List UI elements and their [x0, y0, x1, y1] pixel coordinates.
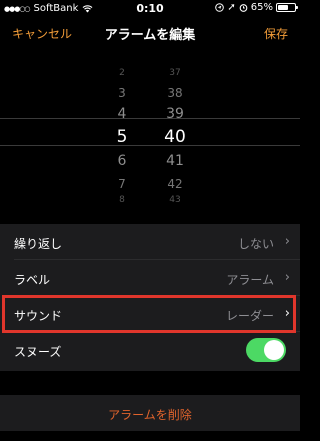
alarm-icon [239, 4, 248, 12]
minute-option[interactable]: 38 [155, 86, 195, 100]
hour-option[interactable]: 7 [102, 177, 142, 191]
label-row-value: アラーム [226, 273, 274, 287]
minute-option[interactable]: 42 [155, 177, 195, 191]
battery-icon [276, 3, 298, 12]
minute-selected[interactable]: 40 [155, 127, 195, 147]
delete-section: アラームを削除 [0, 395, 300, 431]
sound-row[interactable]: サウンド レーダー › [0, 296, 300, 332]
repeat-value: しない [237, 237, 274, 251]
sound-value: レーダー [225, 309, 274, 323]
delete-alarm-button[interactable]: アラームを削除 [0, 406, 300, 423]
picker-selection-band [0, 118, 300, 146]
hour-option[interactable]: 8 [102, 195, 142, 205]
hour-option[interactable]: 6 [102, 153, 142, 169]
location-icon [215, 3, 225, 12]
repeat-row[interactable]: 繰り返し しない › [0, 224, 300, 260]
page-title: アラームを編集 [104, 28, 196, 43]
minute-option[interactable]: 43 [155, 195, 195, 205]
chevron-right-icon: › [284, 270, 290, 285]
toggle-knob [264, 340, 284, 360]
snooze-label: スヌーズ [14, 345, 62, 359]
minute-wheel[interactable]: 37 38 39 40 41 42 43 [155, 60, 195, 205]
repeat-label: 繰り返し [14, 237, 63, 251]
status-right: ➚ 65% [215, 2, 298, 13]
time-picker: 2 3 4 5 6 7 8 37 38 39 40 41 42 43 [0, 60, 300, 205]
minute-option[interactable]: 39 [155, 106, 195, 122]
chevron-right-icon: › [284, 234, 290, 249]
battery-percent: 65% [250, 2, 273, 13]
navigation-arrow-icon: ➚ [227, 2, 236, 13]
chevron-right-icon: › [284, 306, 290, 321]
label-row-label: ラベル [14, 273, 51, 287]
alarm-settings-list: 繰り返し しない › ラベル アラーム › サウンド レーダー › スヌーズ [0, 224, 300, 371]
label-row[interactable]: ラベル アラーム › [0, 260, 300, 296]
snooze-toggle[interactable] [246, 338, 286, 362]
minute-option[interactable]: 37 [155, 68, 195, 78]
navigation-bar: キャンセル アラームを編集 保存 [0, 18, 300, 48]
hour-option[interactable]: 2 [102, 68, 142, 78]
save-button[interactable]: 保存 [264, 25, 288, 42]
snooze-row: スヌーズ [0, 332, 300, 368]
battery-fill [278, 5, 288, 10]
hour-option[interactable]: 4 [102, 106, 142, 122]
minute-option[interactable]: 41 [155, 153, 195, 169]
status-bar: ●●●○○ SoftBank 0:10 ➚ 65% [0, 0, 300, 18]
hour-wheel[interactable]: 2 3 4 5 6 7 8 [102, 60, 142, 205]
sound-label: サウンド [14, 309, 63, 323]
hour-selected[interactable]: 5 [102, 127, 142, 147]
hour-option[interactable]: 3 [102, 86, 142, 100]
